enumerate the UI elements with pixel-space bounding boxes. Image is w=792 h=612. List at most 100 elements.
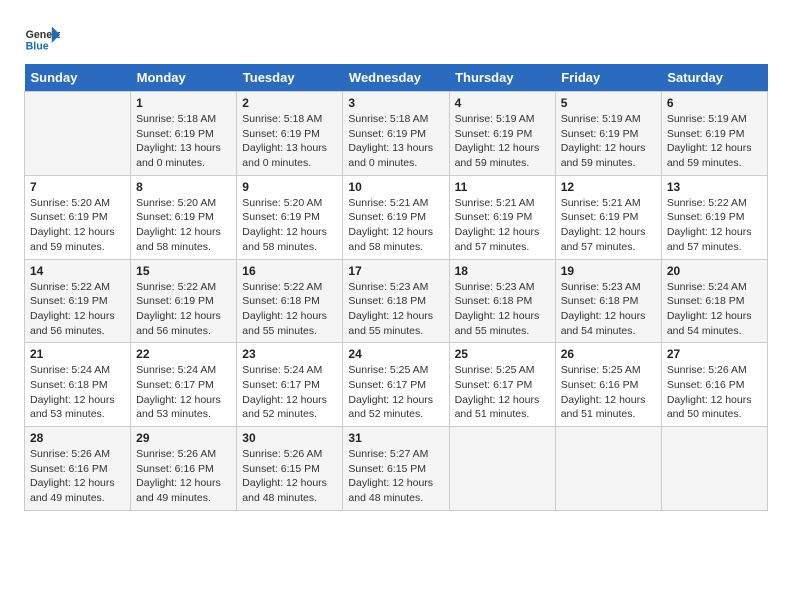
day-info: Sunrise: 5:18 AMSunset: 6:19 PMDaylight:…: [348, 112, 443, 171]
day-number: 2: [242, 96, 337, 110]
page-header: General Blue: [24, 20, 768, 56]
day-info: Sunrise: 5:22 AMSunset: 6:18 PMDaylight:…: [242, 280, 337, 339]
day-info: Sunrise: 5:20 AMSunset: 6:19 PMDaylight:…: [242, 196, 337, 255]
day-number: 25: [455, 347, 550, 361]
day-info: Sunrise: 5:23 AMSunset: 6:18 PMDaylight:…: [455, 280, 550, 339]
day-info: Sunrise: 5:22 AMSunset: 6:19 PMDaylight:…: [136, 280, 231, 339]
calendar-cell: 31 Sunrise: 5:27 AMSunset: 6:15 PMDayligh…: [343, 427, 449, 511]
day-info: Sunrise: 5:19 AMSunset: 6:19 PMDaylight:…: [667, 112, 762, 171]
day-number: 4: [455, 96, 550, 110]
calendar-week-row: 7 Sunrise: 5:20 AMSunset: 6:19 PMDaylight…: [25, 175, 768, 259]
calendar-cell: 25 Sunrise: 5:25 AMSunset: 6:17 PMDayligh…: [449, 343, 555, 427]
day-number: 7: [30, 180, 125, 194]
calendar-cell: [25, 92, 131, 176]
calendar-cell: 30 Sunrise: 5:26 AMSunset: 6:15 PMDayligh…: [237, 427, 343, 511]
svg-text:Blue: Blue: [26, 40, 49, 52]
weekday-header-sunday: Sunday: [25, 64, 131, 92]
day-number: 22: [136, 347, 231, 361]
calendar-cell: 6 Sunrise: 5:19 AMSunset: 6:19 PMDaylight…: [661, 92, 767, 176]
day-number: 31: [348, 431, 443, 445]
day-info: Sunrise: 5:27 AMSunset: 6:15 PMDaylight:…: [348, 447, 443, 506]
day-info: Sunrise: 5:21 AMSunset: 6:19 PMDaylight:…: [455, 196, 550, 255]
day-number: 5: [561, 96, 656, 110]
calendar-cell: 24 Sunrise: 5:25 AMSunset: 6:17 PMDayligh…: [343, 343, 449, 427]
calendar-cell: 9Sunrise: 5:20 AMSunset: 6:19 PMDaylight…: [237, 175, 343, 259]
day-info: Sunrise: 5:18 AMSunset: 6:19 PMDaylight:…: [136, 112, 231, 171]
day-info: Sunrise: 5:26 AMSunset: 6:16 PMDaylight:…: [136, 447, 231, 506]
day-number: 24: [348, 347, 443, 361]
weekday-header-wednesday: Wednesday: [343, 64, 449, 92]
day-info: Sunrise: 5:23 AMSunset: 6:18 PMDaylight:…: [348, 280, 443, 339]
day-number: 28: [30, 431, 125, 445]
day-number: 18: [455, 264, 550, 278]
day-info: Sunrise: 5:26 AMSunset: 6:15 PMDaylight:…: [242, 447, 337, 506]
calendar-cell: 23Sunrise: 5:24 AMSunset: 6:17 PMDayligh…: [237, 343, 343, 427]
logo-icon: General Blue: [24, 20, 60, 56]
calendar-cell: 15 Sunrise: 5:22 AMSunset: 6:19 PMDayligh…: [131, 259, 237, 343]
day-number: 14: [30, 264, 125, 278]
day-info: Sunrise: 5:21 AMSunset: 6:19 PMDaylight:…: [348, 196, 443, 255]
day-number: 11: [455, 180, 550, 194]
day-info: Sunrise: 5:21 AMSunset: 6:19 PMDaylight:…: [561, 196, 656, 255]
calendar-cell: 19 Sunrise: 5:23 AMSunset: 6:18 PMDayligh…: [555, 259, 661, 343]
calendar-cell: [555, 427, 661, 511]
calendar-cell: 12 Sunrise: 5:21 AMSunset: 6:19 PMDayligh…: [555, 175, 661, 259]
calendar-table: SundayMondayTuesdayWednesdayThursdayFrid…: [24, 64, 768, 511]
calendar-cell: 2 Sunrise: 5:18 AMSunset: 6:19 PMDaylight…: [237, 92, 343, 176]
day-number: 20: [667, 264, 762, 278]
day-number: 6: [667, 96, 762, 110]
calendar-cell: 26 Sunrise: 5:25 AMSunset: 6:16 PMDayligh…: [555, 343, 661, 427]
calendar-cell: 4 Sunrise: 5:19 AMSunset: 6:19 PMDaylight…: [449, 92, 555, 176]
day-number: 16: [242, 264, 337, 278]
day-number: 29: [136, 431, 231, 445]
day-info: Sunrise: 5:25 AMSunset: 6:17 PMDaylight:…: [348, 363, 443, 422]
day-number: 3: [348, 96, 443, 110]
day-info: Sunrise: 5:19 AMSunset: 6:19 PMDaylight:…: [455, 112, 550, 171]
day-info: Sunrise: 5:26 AMSunset: 6:16 PMDaylight:…: [667, 363, 762, 422]
day-info: Sunrise: 5:20 AMSunset: 6:19 PMDaylight:…: [30, 196, 125, 255]
day-info: Sunrise: 5:23 AMSunset: 6:18 PMDaylight:…: [561, 280, 656, 339]
day-info: Sunrise: 5:24 AMSunset: 6:18 PMDaylight:…: [667, 280, 762, 339]
calendar-cell: 20 Sunrise: 5:24 AMSunset: 6:18 PMDayligh…: [661, 259, 767, 343]
day-info: Sunrise: 5:24 AMSunset: 6:18 PMDaylight:…: [30, 363, 125, 422]
day-number: 12: [561, 180, 656, 194]
calendar-cell: [661, 427, 767, 511]
day-number: 26: [561, 347, 656, 361]
calendar-cell: 29 Sunrise: 5:26 AMSunset: 6:16 PMDayligh…: [131, 427, 237, 511]
calendar-cell: 7 Sunrise: 5:20 AMSunset: 6:19 PMDaylight…: [25, 175, 131, 259]
weekday-header-friday: Friday: [555, 64, 661, 92]
day-info: Sunrise: 5:19 AMSunset: 6:19 PMDaylight:…: [561, 112, 656, 171]
day-info: Sunrise: 5:20 AMSunset: 6:19 PMDaylight:…: [136, 196, 231, 255]
weekday-header-monday: Monday: [131, 64, 237, 92]
calendar-cell: 1Sunrise: 5:18 AMSunset: 6:19 PMDaylight…: [131, 92, 237, 176]
day-number: 17: [348, 264, 443, 278]
calendar-cell: 11 Sunrise: 5:21 AMSunset: 6:19 PMDayligh…: [449, 175, 555, 259]
calendar-cell: 17 Sunrise: 5:23 AMSunset: 6:18 PMDayligh…: [343, 259, 449, 343]
calendar-cell: 8 Sunrise: 5:20 AMSunset: 6:19 PMDaylight…: [131, 175, 237, 259]
calendar-week-row: 21 Sunrise: 5:24 AMSunset: 6:18 PMDayligh…: [25, 343, 768, 427]
day-info: Sunrise: 5:22 AMSunset: 6:19 PMDaylight:…: [667, 196, 762, 255]
day-number: 10: [348, 180, 443, 194]
day-info: Sunrise: 5:25 AMSunset: 6:17 PMDaylight:…: [455, 363, 550, 422]
calendar-cell: 10 Sunrise: 5:21 AMSunset: 6:19 PMDayligh…: [343, 175, 449, 259]
day-info: Sunrise: 5:24 AMSunset: 6:17 PMDaylight:…: [242, 363, 337, 422]
calendar-week-row: 28 Sunrise: 5:26 AMSunset: 6:16 PMDayligh…: [25, 427, 768, 511]
calendar-cell: 21 Sunrise: 5:24 AMSunset: 6:18 PMDayligh…: [25, 343, 131, 427]
day-number: 21: [30, 347, 125, 361]
logo: General Blue: [24, 20, 62, 56]
day-number: 27: [667, 347, 762, 361]
day-number: 30: [242, 431, 337, 445]
calendar-week-row: 14 Sunrise: 5:22 AMSunset: 6:19 PMDayligh…: [25, 259, 768, 343]
calendar-cell: 13Sunrise: 5:22 AMSunset: 6:19 PMDayligh…: [661, 175, 767, 259]
day-info: Sunrise: 5:18 AMSunset: 6:19 PMDaylight:…: [242, 112, 337, 171]
calendar-cell: 3 Sunrise: 5:18 AMSunset: 6:19 PMDaylight…: [343, 92, 449, 176]
calendar-cell: 5 Sunrise: 5:19 AMSunset: 6:19 PMDaylight…: [555, 92, 661, 176]
day-info: Sunrise: 5:25 AMSunset: 6:16 PMDaylight:…: [561, 363, 656, 422]
day-info: Sunrise: 5:26 AMSunset: 6:16 PMDaylight:…: [30, 447, 125, 506]
day-number: 8: [136, 180, 231, 194]
weekday-header-row: SundayMondayTuesdayWednesdayThursdayFrid…: [25, 64, 768, 92]
day-number: 19: [561, 264, 656, 278]
calendar-cell: 16 Sunrise: 5:22 AMSunset: 6:18 PMDayligh…: [237, 259, 343, 343]
day-info: Sunrise: 5:24 AMSunset: 6:17 PMDaylight:…: [136, 363, 231, 422]
day-number: 15: [136, 264, 231, 278]
